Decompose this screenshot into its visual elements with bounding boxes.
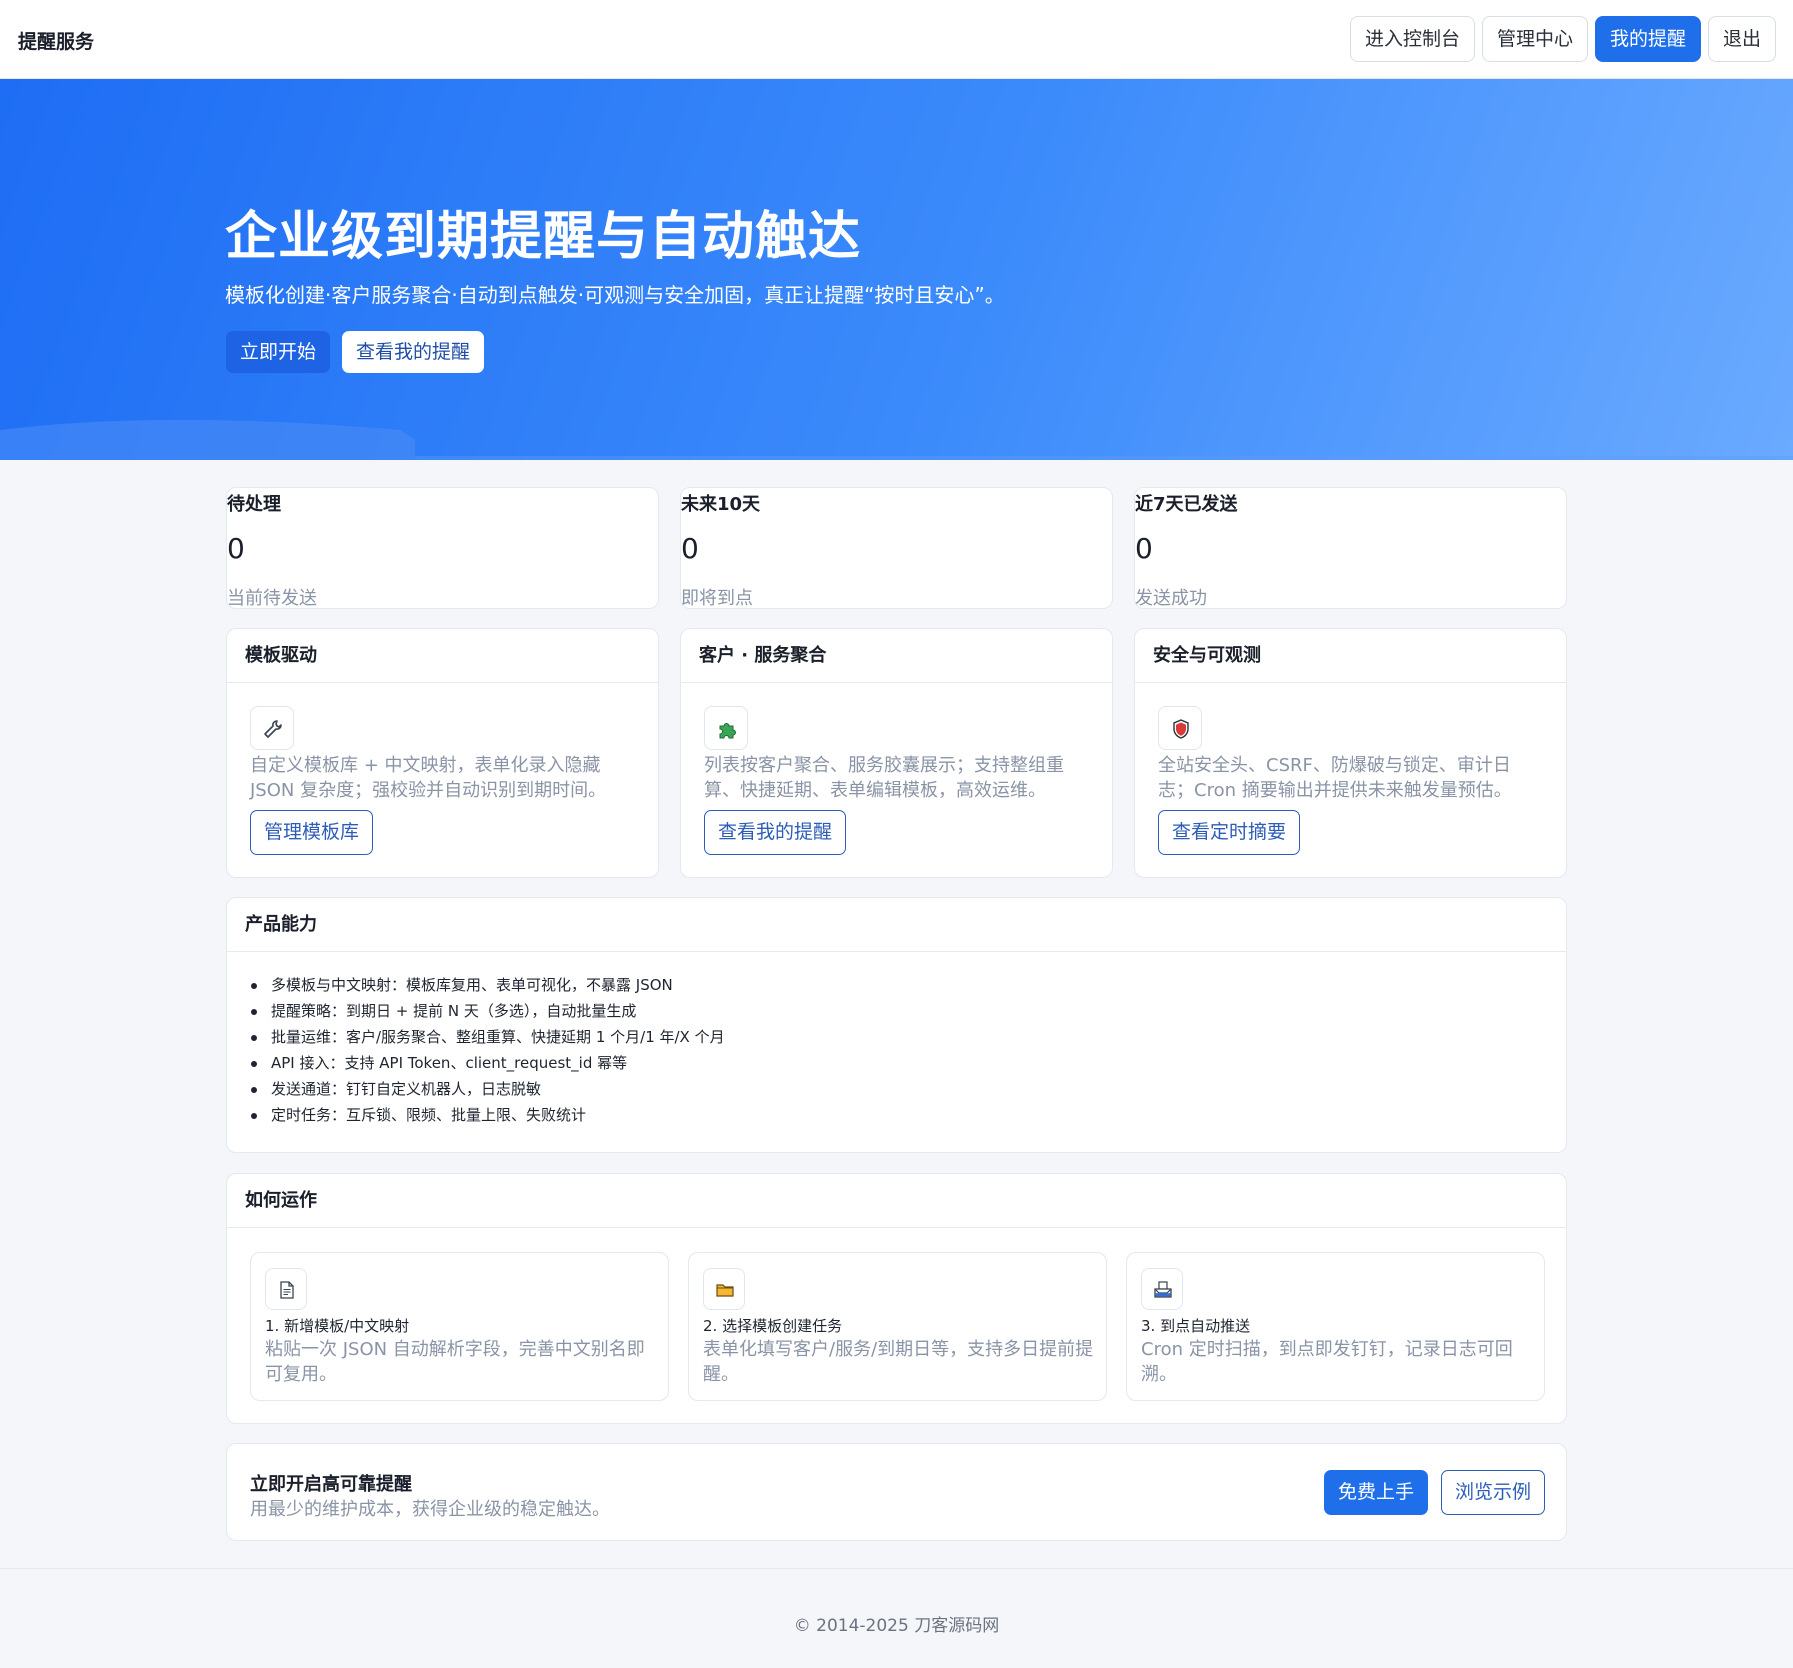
logout-button[interactable]: 退出 bbox=[1708, 16, 1777, 62]
list-item: API 接入：支持 API Token、client_request_id 幂等 bbox=[249, 1050, 725, 1076]
step-description: 表单化填写客户/服务/到期日等，支持多日提前提醒。 bbox=[703, 1339, 1094, 1385]
browse-examples-button[interactable]: 浏览示例 bbox=[1441, 1470, 1546, 1515]
feature-title: 模板驱动 bbox=[227, 629, 658, 683]
list-item: 发送通道：钉钉自定义机器人，日志脱敏 bbox=[249, 1076, 725, 1102]
step-title: 3. 到点自动推送 bbox=[1141, 1317, 1251, 1335]
stat-card-sent-7-days: 近7天已发送 0 发送成功 bbox=[1134, 487, 1567, 609]
view-cron-summary-button[interactable]: 查看定时摘要 bbox=[1158, 810, 1301, 855]
copyright-text: © 2014-2025 刀客源码网 bbox=[793, 1616, 1000, 1636]
top-navbar: 提醒服务 进入控制台 管理中心 我的提醒 退出 bbox=[0, 0, 1793, 79]
wrench-icon bbox=[250, 706, 294, 750]
feature-card-templates: 模板驱动 自定义模板库 + 中文映射，表单化录入隐藏 JSON 复杂度；强校验并… bbox=[226, 628, 659, 878]
stat-value: 0 bbox=[681, 532, 699, 565]
hero-banner: 企业级到期提醒与自动触达 模板化创建·客户服务聚合·自动到点触发·可观测与安全加… bbox=[0, 79, 1793, 460]
step-description: Cron 定时扫描，到点即发钉钉，记录日志可回溯。 bbox=[1141, 1339, 1513, 1385]
stat-card-next-10-days: 未来10天 0 即将到点 bbox=[680, 487, 1113, 609]
capabilities-list: 多模板与中文映射：模板库复用、表单可视化，不暴露 JSON 提醒策略：到期日 +… bbox=[249, 972, 725, 1128]
list-item: 提醒策略：到期日 + 提前 N 天（多选），自动批量生成 bbox=[249, 998, 725, 1024]
cta-title: 立即开启高可靠提醒 bbox=[250, 1474, 412, 1495]
cta-card: 立即开启高可靠提醒 用最少的维护成本，获得企业级的稳定触达。 免费上手 浏览示例 bbox=[226, 1443, 1567, 1541]
feature-title: 客户 · 服务聚合 bbox=[681, 629, 1112, 683]
my-reminders-button[interactable]: 我的提醒 bbox=[1595, 16, 1702, 62]
list-item: 批量运维：客户/服务聚合、整组重算、快捷延期 1 个月/1 年/X 个月 bbox=[249, 1024, 725, 1050]
view-my-reminders-button[interactable]: 查看我的提醒 bbox=[342, 331, 485, 373]
step-title: 1. 新增模板/中文映射 bbox=[265, 1317, 410, 1335]
inbox-icon bbox=[1141, 1268, 1183, 1310]
stat-value: 0 bbox=[1135, 532, 1153, 565]
stat-note: 即将到点 bbox=[681, 588, 753, 609]
view-my-reminders-link-button[interactable]: 查看我的提醒 bbox=[704, 810, 847, 855]
capabilities-title: 产品能力 bbox=[227, 898, 1566, 952]
list-item: 多模板与中文映射：模板库复用、表单可视化，不暴露 JSON bbox=[249, 972, 725, 998]
document-icon bbox=[265, 1268, 307, 1310]
stat-note: 当前待发送 bbox=[227, 588, 317, 609]
page-footer: © 2014-2025 刀客源码网 bbox=[0, 1568, 1793, 1668]
hero-wave-decoration bbox=[0, 419, 1793, 460]
feature-card-security: 安全与可观测 全站安全头、CSRF、防爆破与锁定、审计日志；Cron 摘要输出并… bbox=[1134, 628, 1567, 878]
admin-center-button[interactable]: 管理中心 bbox=[1482, 16, 1589, 62]
step-card: 1. 新增模板/中文映射 粘贴一次 JSON 自动解析字段，完善中文别名即可复用… bbox=[250, 1252, 669, 1401]
folder-icon bbox=[703, 1268, 745, 1310]
feature-description: 自定义模板库 + 中文映射，表单化录入隐藏 JSON 复杂度；强校验并自动识别到… bbox=[250, 755, 607, 801]
free-start-button[interactable]: 免费上手 bbox=[1324, 1470, 1429, 1515]
feature-title: 安全与可观测 bbox=[1135, 629, 1566, 683]
feature-description: 列表按客户聚合、服务胶囊展示；支持整组重算、快捷延期、表单编辑模板，高效运维。 bbox=[704, 755, 1064, 801]
shield-icon bbox=[1158, 706, 1202, 750]
hero-title: 企业级到期提醒与自动触达 bbox=[225, 207, 862, 267]
start-now-button[interactable]: 立即开始 bbox=[226, 331, 331, 373]
stat-label: 近7天已发送 bbox=[1135, 494, 1238, 515]
puzzle-icon bbox=[704, 706, 748, 750]
feature-card-aggregation: 客户 · 服务聚合 列表按客户聚合、服务胶囊展示；支持整组重算、快捷延期、表单编… bbox=[680, 628, 1113, 878]
stat-card-pending: 待处理 0 当前待发送 bbox=[226, 487, 659, 609]
stat-label: 未来10天 bbox=[681, 494, 761, 515]
feature-description: 全站安全头、CSRF、防爆破与锁定、审计日志；Cron 摘要输出并提供未来触发量… bbox=[1158, 755, 1512, 801]
list-item: 定时任务：互斥锁、限频、批量上限、失败统计 bbox=[249, 1102, 725, 1128]
stat-note: 发送成功 bbox=[1135, 588, 1207, 609]
step-card: 2. 选择模板创建任务 表单化填写客户/服务/到期日等，支持多日提前提醒。 bbox=[688, 1252, 1107, 1401]
stat-label: 待处理 bbox=[227, 494, 281, 515]
capabilities-card: 产品能力 多模板与中文映射：模板库复用、表单可视化，不暴露 JSON 提醒策略：… bbox=[226, 897, 1567, 1153]
manage-templates-button[interactable]: 管理模板库 bbox=[250, 810, 374, 855]
how-it-works-card: 如何运作 1. 新增模板/中文映射 粘贴一次 JSON 自动解析字段，完善中文别… bbox=[226, 1173, 1567, 1424]
console-button[interactable]: 进入控制台 bbox=[1350, 16, 1476, 62]
hero-subtitle: 模板化创建·客户服务聚合·自动到点触发·可观测与安全加固，真正让提醒“按时且安心… bbox=[225, 283, 1005, 307]
how-it-works-title: 如何运作 bbox=[227, 1174, 1566, 1228]
step-card: 3. 到点自动推送 Cron 定时扫描，到点即发钉钉，记录日志可回溯。 bbox=[1126, 1252, 1545, 1401]
brand-title[interactable]: 提醒服务 bbox=[18, 27, 94, 54]
cta-subtitle: 用最少的维护成本，获得企业级的稳定触达。 bbox=[250, 1499, 610, 1520]
step-title: 2. 选择模板创建任务 bbox=[703, 1317, 843, 1335]
step-description: 粘贴一次 JSON 自动解析字段，完善中文别名即可复用。 bbox=[265, 1339, 645, 1385]
stat-value: 0 bbox=[227, 532, 245, 565]
